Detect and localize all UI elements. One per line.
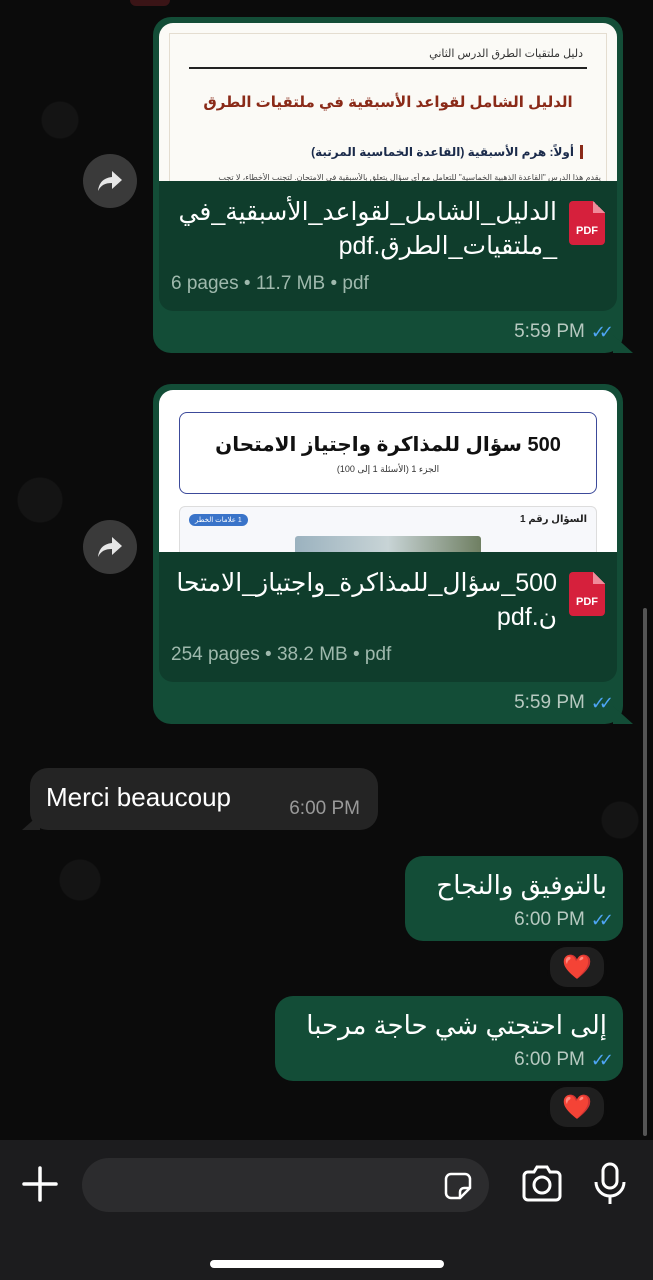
previous-message-edge (130, 0, 170, 6)
attach-button[interactable] (20, 1164, 60, 1204)
scrollbar[interactable] (643, 608, 647, 1136)
composer-bar (0, 1140, 653, 1280)
preview-section: أولاً: هرم الأسبقية (القاعدة الخماسية ال… (311, 145, 583, 159)
read-ticks-icon: ✓✓ (590, 1049, 614, 1070)
camera-icon (522, 1165, 562, 1202)
read-ticks-icon: ✓✓ (590, 321, 614, 342)
preview-line: يقدم هذا الدرس "القاعدة الذهبية الخماسية… (218, 173, 601, 181)
preview-title: الدليل الشامل لقواعد الأسبقية في ملتقيات… (203, 94, 573, 111)
message-input[interactable] (82, 1158, 489, 1212)
document-meta: 6 pages • 11.7 MB • pdf (171, 273, 369, 294)
message-time: 6:00 PM (514, 1049, 585, 1070)
forward-button[interactable] (83, 154, 137, 208)
home-indicator[interactable] (210, 1260, 444, 1268)
message-time: 5:59 PM (514, 692, 585, 713)
document-preview[interactable]: دليل ملتقيات الطرق الدرس الثاني الدليل ا… (159, 23, 617, 181)
read-ticks-icon: ✓✓ (590, 692, 614, 713)
preview-header: دليل ملتقيات الطرق الدرس الثاني (429, 48, 583, 60)
sticker-icon (444, 1172, 472, 1200)
document-file-name: 500_سؤال_للمذاكرة_واجتياز_الامتحان.pdf (176, 569, 557, 631)
message-text: بالتوفيق والنجاح (436, 870, 607, 900)
camera-button[interactable] (520, 1164, 564, 1204)
forward-button[interactable] (83, 520, 137, 574)
forward-icon (98, 537, 122, 557)
preview-title: 500 سؤال للمذاكرة واجتياز الامتحان (215, 434, 561, 456)
heart-icon: ❤️ (562, 953, 592, 981)
document-meta: 254 pages • 38.2 MB • pdf (171, 644, 392, 665)
outgoing-message[interactable]: بالتوفيق والنجاح 6:00 PM ✓✓ (405, 856, 623, 941)
message-time: 6:00 PM (514, 909, 585, 930)
preview-subtitle: الجزء 1 (الأسئلة 1 إلى 100) (336, 464, 440, 474)
heart-icon: ❤️ (562, 1093, 592, 1121)
pdf-file-icon: PDF (569, 201, 605, 245)
forward-icon (98, 171, 122, 191)
microphone-button[interactable] (592, 1162, 628, 1206)
message-time: 5:59 PM (514, 321, 585, 342)
read-ticks-icon: ✓✓ (590, 909, 614, 930)
heart-reaction[interactable]: ❤️ (547, 944, 607, 990)
preview-question-label: السؤال رقم 1 (520, 514, 587, 525)
plus-icon (22, 1166, 58, 1202)
outgoing-message[interactable]: إلى احتجتي شي حاجة مرحبا 6:00 PM ✓✓ (275, 996, 623, 1081)
document-file-name: الدليل_الشامل_لقواعد_الأسبقية_في_ملتقيات… (178, 198, 557, 260)
sticker-button[interactable] (443, 1171, 473, 1201)
incoming-message[interactable]: Merci beaucoup 6:00 PM (22, 768, 378, 830)
message-text: Merci beaucoup (46, 782, 231, 812)
document-message[interactable]: 500 سؤال للمذاكرة واجتياز الامتحان الجزء… (153, 384, 633, 724)
heart-reaction[interactable]: ❤️ (547, 1084, 607, 1130)
document-preview[interactable]: 500 سؤال للمذاكرة واجتياز الامتحان الجزء… (159, 390, 617, 552)
message-time: 6:00 PM (289, 798, 360, 819)
document-message[interactable]: دليل ملتقيات الطرق الدرس الثاني الدليل ا… (153, 17, 633, 353)
microphone-icon (594, 1162, 626, 1204)
pdf-file-icon: PDF (569, 572, 605, 616)
message-text: إلى احتجتي شي حاجة مرحبا (306, 1010, 607, 1040)
preview-badge: 1 علامات الخطر (189, 514, 248, 526)
